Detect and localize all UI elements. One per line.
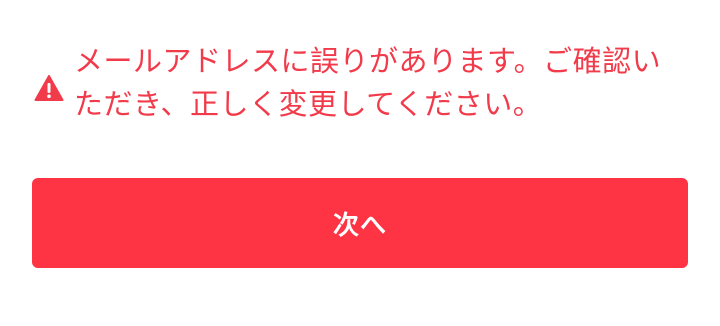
next-button[interactable]: 次へ [32, 178, 688, 268]
email-error-message: メールアドレスに誤りがあります。ご確認いただき、正しく変更してください。 [34, 40, 684, 126]
warning-triangle-icon [34, 74, 64, 102]
error-text: メールアドレスに誤りがあります。ご確認いただき、正しく変更してください。 [74, 44, 662, 121]
next-button-label: 次へ [332, 210, 387, 241]
